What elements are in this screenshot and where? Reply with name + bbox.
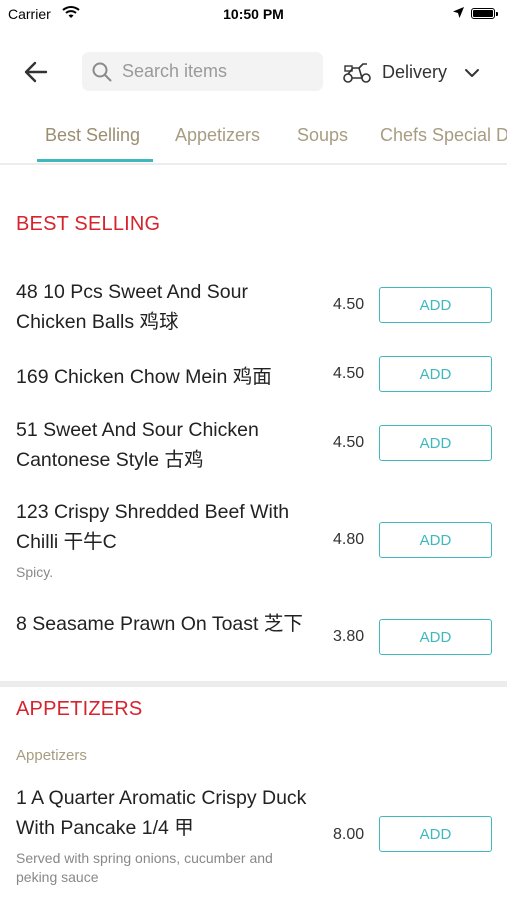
section-divider	[0, 681, 507, 687]
clock: 10:50 PM	[223, 6, 284, 22]
add-button[interactable]: ADD	[379, 619, 492, 655]
category-subheading: Appetizers	[16, 747, 87, 764]
add-button[interactable]: ADD	[379, 425, 492, 461]
scooter-icon	[342, 60, 372, 89]
item-name: 169 Chicken Chow Mein 鸡面	[16, 366, 272, 388]
search-icon	[92, 62, 112, 87]
active-tab-indicator	[37, 159, 153, 162]
chevron-down-icon	[464, 66, 480, 84]
item-name: 51 Sweet And Sour Chicken Cantonese Styl…	[16, 419, 259, 471]
battery-icon	[471, 8, 498, 19]
tabs-divider	[0, 163, 507, 165]
tab-appetizers[interactable]: Appetizers	[175, 125, 260, 146]
item-price: 4.50	[333, 296, 365, 313]
add-button[interactable]: ADD	[379, 287, 492, 323]
item-description: Served with spring onions, cucumber and …	[16, 850, 273, 885]
tab-best-selling[interactable]: Best Selling	[45, 125, 140, 146]
item-price: 8.00	[333, 826, 365, 843]
back-button[interactable]	[22, 58, 50, 86]
item-price: 3.80	[333, 628, 365, 645]
status-bar: Carrier 10:50 PM	[0, 0, 507, 30]
search-box[interactable]	[82, 52, 323, 91]
search-input[interactable]	[122, 52, 317, 91]
add-button[interactable]: ADD	[379, 356, 492, 392]
section-title-best-selling: BEST SELLING	[16, 213, 161, 235]
item-name: 48 10 Pcs Sweet And Sour Chicken Balls 鸡…	[16, 281, 248, 333]
item-name: 1 A Quarter Aromatic Crispy Duck With Pa…	[16, 787, 307, 839]
tab-chefs-special[interactable]: Chefs Special Dishes	[380, 125, 507, 146]
section-title-appetizers: APPETIZERS	[16, 698, 143, 720]
item-price: 4.50	[333, 365, 365, 382]
add-button[interactable]: ADD	[379, 522, 492, 558]
location-arrow-icon	[452, 6, 465, 22]
add-button[interactable]: ADD	[379, 816, 492, 852]
item-name: 123 Crispy Shredded Beef With Chilli 干牛C	[16, 501, 290, 553]
tab-soups[interactable]: Soups	[297, 125, 348, 146]
delivery-label: Delivery	[382, 62, 448, 82]
item-price: 4.50	[333, 434, 365, 451]
item-description: Spicy.	[16, 564, 54, 580]
category-tabs: Best Selling Appetizers Soups Chefs Spec…	[0, 112, 507, 164]
back-arrow-icon	[24, 61, 48, 83]
item-price: 4.80	[333, 531, 365, 548]
item-name: 8 Seasame Prawn On Toast 芝下	[16, 613, 303, 635]
